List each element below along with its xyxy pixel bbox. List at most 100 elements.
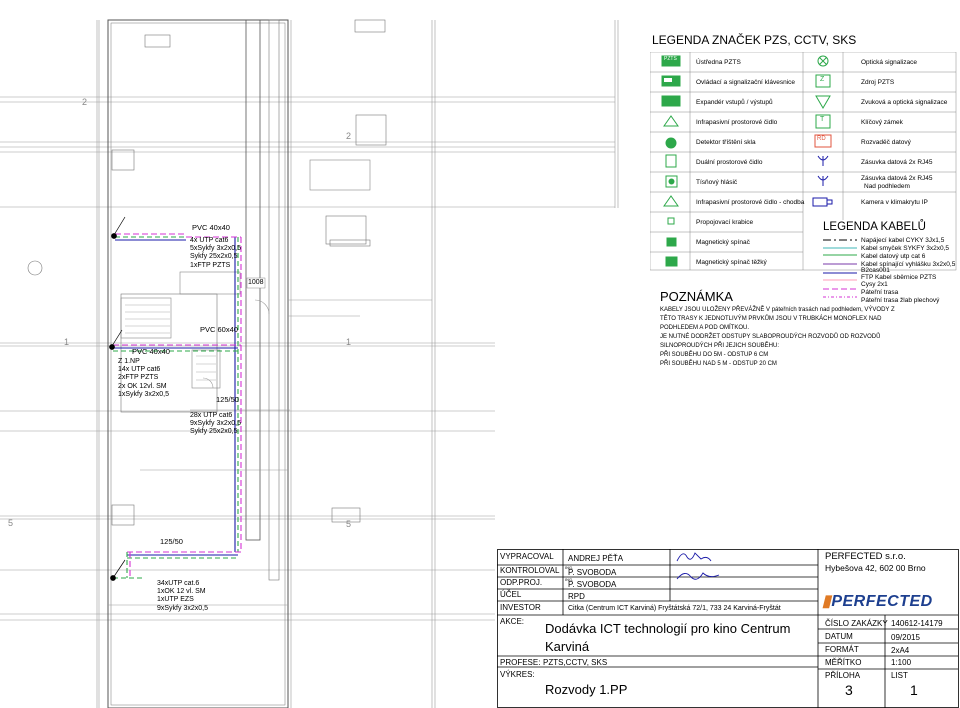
note-line: SILNOPROUDÝCH PŘI JEJICH SOUBĚHU:	[660, 343, 780, 349]
grid-label: 2	[82, 97, 88, 107]
cable-list-bottom: 34xUTP cat.6 1xOK 12 vl. SM 1xUTP EZS 9x…	[157, 580, 208, 612]
cable-legend-item: Cysy 2x1	[861, 281, 888, 288]
siren-icon	[815, 95, 831, 109]
list-value: 1	[910, 682, 918, 698]
grid-label: 1	[64, 337, 70, 347]
format-value: 2xA4	[891, 646, 910, 655]
legend-device-label: Tísňový hlásič	[696, 179, 738, 186]
priloha-value: 3	[845, 682, 853, 698]
legend-device-label: Klíčový zámek	[861, 119, 903, 126]
legend-cables-title: LEGENDA KABELŮ	[823, 221, 926, 233]
meritko-label: MĚŘÍTKO	[825, 658, 862, 667]
pir-sensor-icon	[663, 115, 679, 127]
legend-device-label: Magnetický spínač	[696, 239, 750, 246]
legend-device-label: Zdroj PZTS	[861, 79, 895, 86]
pzts-symbol-text: PZTS	[664, 56, 677, 62]
pvc-label-top: PVC 40x40	[192, 223, 230, 232]
legend-device-label: Rozvaděč datový	[861, 139, 911, 146]
legend-device-label: Detektor tříštění skla	[696, 139, 756, 146]
floor-cable-list: Z 1.NP 14x UTP cat6 2xFTP PZTS 2x OK 12v…	[118, 358, 169, 398]
cable-legend-item: B2cas001	[861, 267, 890, 274]
legend-device-label: Zásuvka datová 2x RJ45	[861, 159, 933, 166]
kontroloval-value: P. SVOBODA	[568, 568, 617, 577]
legend-device-sublabel: Nad podhledem	[864, 183, 910, 190]
glass-break-icon	[665, 137, 677, 149]
rd-symbol-text: RD	[817, 136, 826, 142]
legend-devices-title: LEGENDA ZNAČEK PZS, CCTV, SKS	[652, 33, 857, 47]
notes-title: POZNÁMKA	[660, 289, 733, 304]
grid-label: 5	[8, 518, 14, 528]
grid-label: 5	[346, 519, 352, 529]
magnetic-switch-icon	[666, 237, 677, 247]
legend-device-label: Magnetický spínač těžký	[696, 259, 767, 266]
legend-device-label: Optická signalizace	[861, 59, 917, 66]
company-name: PERFECTED s.r.o.	[825, 551, 906, 562]
cable-list-mid: 28x UTP cat6 9xSykfy 3x2x0,5 Sykfy 25x2x…	[190, 412, 241, 436]
heavy-magnetic-switch-icon	[665, 256, 678, 267]
cable-legend-item: Kabel datový utp cat 6	[861, 253, 926, 260]
data-socket-icon	[817, 155, 829, 166]
company-logo: ▮PERFECTED	[822, 594, 933, 610]
legend-device-label: Zásuvka datová 2x RJ45	[861, 175, 933, 182]
vypracoval-value: ANDREJ PĚŤA	[568, 554, 624, 563]
legend-device-label: Infrapasivní prostorové čidlo - chodba	[696, 199, 805, 206]
legend-device-label: Infrapasivní prostorové čidlo	[696, 119, 778, 126]
cable-legend-item: Páteřní trasa	[861, 289, 899, 296]
logo-p-mark: ▮	[822, 593, 832, 610]
junction-box-icon	[667, 217, 675, 225]
legend-device-label: Duální prostorové čidlo	[696, 159, 763, 166]
cable-list-top: 4x UTP cat6 5xSykfy 3x2x0,5 Sykfy 25x2x0…	[190, 237, 241, 269]
akce-label: AKCE:	[500, 617, 525, 626]
grid-label: 1	[346, 337, 352, 347]
vypracoval-label: VYPRACOVAL	[500, 552, 554, 561]
profese-value: PZTS,CCTV, SKS	[543, 658, 608, 667]
investor-label: INVESTOR	[500, 603, 541, 612]
expander-icon	[661, 95, 681, 107]
legend-device-label: Propojovací krabice	[696, 219, 754, 226]
list-label: LIST	[891, 671, 908, 680]
ucel-value: RPD	[568, 592, 585, 601]
grid-label: 2	[346, 131, 352, 141]
vykres-value: Rozvody 1.PP	[545, 682, 628, 697]
room-number-label: 1008	[248, 279, 264, 286]
legend-device-label: Expandér vstupů / výstupů	[696, 99, 773, 106]
priloha-label: PŘÍLOHA	[825, 671, 861, 680]
camera-icon	[812, 197, 828, 207]
note-line: PODHLEDEM A POD OMÍTKOU.	[660, 325, 750, 331]
cable-legend-item: FTP Kabel sběrnice PZTS	[861, 274, 937, 281]
datum-value: 09/2015	[891, 633, 920, 642]
z-symbol-text: Z	[820, 76, 825, 83]
legend-device-label: Ovládací a signalizační klávesnice	[696, 79, 795, 86]
odp-label: ODP.PROJ.	[500, 578, 543, 587]
pvc-label-left: PVC 40x40	[132, 347, 170, 356]
legend-device-label: Kamera v klimakrytu IP	[861, 199, 928, 206]
logo-text: PERFECTED	[831, 593, 933, 610]
note-line: TĚTO TRASY K JEDNOTLIVÝM PRVKŮM JSOU V T…	[660, 316, 882, 322]
ucel-label: ÚČEL	[500, 590, 522, 599]
tray-label-bottom: 125/50	[160, 537, 183, 546]
cable-legend-item: Napájecí kabel CYKY 3Jx1,5	[861, 237, 945, 244]
legend-device-label: Zvuková a optická signalizace	[861, 99, 948, 106]
note-line: KABELY JSOU ULOŽENY PŘEVÁŽNĚ V páteřních…	[660, 307, 895, 313]
cislo-value: 140612-14179	[891, 619, 943, 628]
tray-label-mid: 125/50	[216, 395, 239, 404]
note-line: PŘI SOUBĚHU NAD 5 M - ODSTUP 20 CM	[660, 361, 777, 367]
datum-label: DATUM	[825, 632, 853, 641]
odp-value: P. SVOBODA	[568, 580, 617, 589]
legend-device-label: Ústředna PZTS	[696, 59, 741, 66]
note-line: JE NUTNÉ DODRŽET ODSTUPY SLABOPROUDÝCH R…	[660, 334, 881, 340]
note-line: PŘI SOUBĚHU DO 5M - ODSTUP 6 CM	[660, 352, 769, 358]
profese-label: PROFESE:	[500, 658, 541, 667]
vykres-label: VÝKRES:	[500, 670, 535, 679]
cable-swatches	[823, 239, 857, 298]
cislo-label: ČÍSLO ZAKÁZKY	[825, 619, 888, 628]
cable-legend-item: Páteřní trasa žlab plechový	[861, 297, 940, 304]
akce-value: Dodávka ICT technologií pro kino Centrum…	[545, 621, 791, 654]
data-socket-ceiling-icon	[817, 175, 829, 186]
t-symbol-text: T	[820, 116, 825, 123]
dual-sensor-icon	[665, 154, 677, 168]
investor-value: Citka (Centrum ICT Karviná) Fryštátská 7…	[568, 605, 781, 612]
cable-legend-item: Kabel smyček SYKFY 3x2x0,5	[861, 245, 950, 252]
format-label: FORMÁT	[825, 645, 859, 654]
pvc-label-60: PVC 60x40	[200, 325, 238, 334]
